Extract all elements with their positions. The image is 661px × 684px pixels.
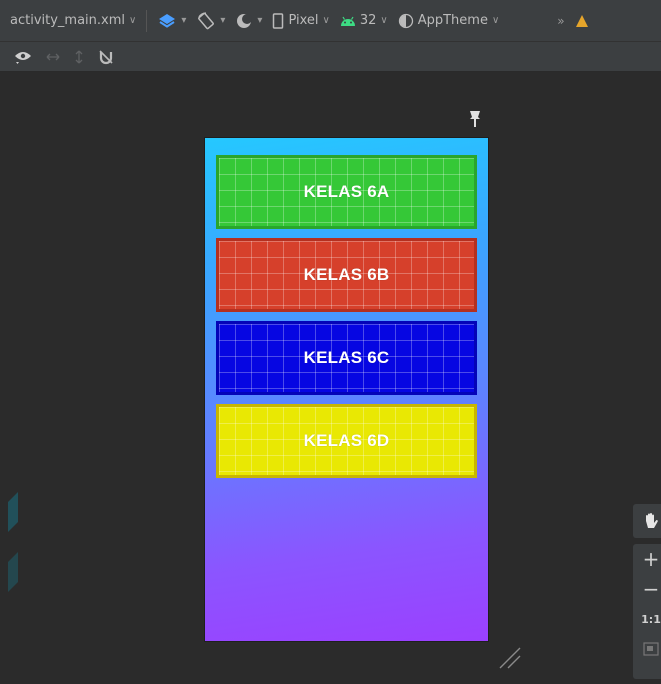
- pin-icon[interactable]: [468, 110, 482, 132]
- zoom-controls: + − 1:1: [633, 544, 661, 679]
- device-name: Pixel: [288, 13, 319, 28]
- view-options-button[interactable]: [14, 50, 32, 64]
- button-label: KELAS 6A: [303, 182, 390, 201]
- theme-name: AppTheme: [417, 13, 488, 28]
- minus-icon: −: [642, 577, 660, 601]
- device-preview: KELAS 6A KELAS 6B KELAS 6C KELAS 6D: [205, 138, 488, 641]
- rotate-icon: [196, 11, 216, 31]
- overflow-icon: »: [557, 13, 565, 28]
- layout-editor-toolbar: activity_main.xml ∨ ▾ ▾ ▾ Pixel ∨ 32 ∨ A…: [0, 0, 661, 42]
- overflow-button[interactable]: »: [557, 14, 564, 28]
- zoom-in-button[interactable]: +: [633, 544, 661, 574]
- button-kelas-6b[interactable]: KELAS 6B: [216, 238, 477, 312]
- vertical-arrows-icon[interactable]: [74, 50, 84, 64]
- phone-icon: [272, 12, 284, 29]
- chevron-down-icon: ▾: [220, 15, 226, 26]
- theme-icon: [398, 13, 414, 29]
- button-label: KELAS 6C: [303, 348, 390, 367]
- chevron-down-icon: ∨: [491, 15, 500, 26]
- background-decoration: [8, 492, 18, 592]
- design-surface-button[interactable]: ▾: [157, 12, 186, 30]
- pan-tool: [633, 504, 661, 538]
- orientation-button[interactable]: ▾: [196, 11, 225, 31]
- toolbar-divider: [146, 9, 148, 32]
- api-level: 32: [359, 13, 377, 28]
- button-kelas-6c[interactable]: KELAS 6C: [216, 321, 477, 395]
- horizontal-arrows-icon[interactable]: [46, 52, 60, 62]
- zoom-out-button[interactable]: −: [633, 574, 661, 604]
- android-icon: [340, 15, 356, 27]
- resize-handle-icon[interactable]: [496, 644, 522, 674]
- device-selector[interactable]: Pixel ∨: [272, 12, 330, 29]
- button-label: KELAS 6D: [303, 431, 390, 450]
- zoom-reset-label: 1:1: [641, 612, 661, 626]
- file-selector[interactable]: activity_main.xml ∨: [10, 13, 136, 28]
- fit-screen-icon: [643, 642, 659, 656]
- design-canvas: KELAS 6A KELAS 6B KELAS 6C KELAS 6D + − …: [8, 72, 661, 684]
- chevron-down-icon: ▾: [181, 15, 187, 26]
- chevron-down-icon: ∨: [129, 15, 137, 26]
- api-level-selector[interactable]: 32 ∨: [340, 13, 388, 28]
- layers-icon: [157, 12, 177, 30]
- warning-button[interactable]: [575, 14, 589, 28]
- button-kelas-6d[interactable]: KELAS 6D: [216, 404, 477, 478]
- pan-button[interactable]: [633, 504, 661, 538]
- button-label: KELAS 6B: [303, 265, 390, 284]
- plus-icon: +: [642, 547, 660, 571]
- night-mode-button[interactable]: ▾: [235, 12, 262, 30]
- button-kelas-6a[interactable]: KELAS 6A: [216, 155, 477, 229]
- disable-autoconnect-button[interactable]: [98, 49, 114, 65]
- night-mode-icon: [235, 12, 253, 30]
- chevron-down-icon: ∨: [380, 15, 388, 26]
- view-options-toolbar: [0, 42, 661, 72]
- eye-icon: [15, 51, 31, 64]
- zoom-to-fit-button[interactable]: [633, 634, 661, 664]
- magnet-off-icon: [99, 49, 113, 64]
- hand-icon: [646, 513, 658, 528]
- chevron-down-icon: ∨: [322, 15, 330, 26]
- zoom-reset-button[interactable]: 1:1: [633, 604, 661, 634]
- chevron-down-icon: ▾: [257, 15, 263, 26]
- file-name: activity_main.xml: [10, 13, 126, 28]
- warning-icon: [575, 14, 589, 28]
- theme-selector[interactable]: AppTheme ∨: [398, 13, 500, 29]
